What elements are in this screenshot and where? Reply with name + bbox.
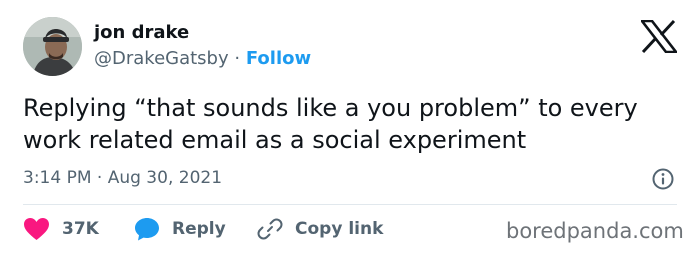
avatar[interactable]: [23, 17, 82, 76]
info-icon[interactable]: [652, 168, 674, 190]
heart-icon: [24, 218, 49, 240]
like-count: 37K: [62, 219, 99, 239]
link-icon: [257, 218, 283, 240]
tweet-text: Replying “that sounds like a you problem…: [23, 94, 638, 154]
reply-label: Reply: [172, 219, 226, 239]
handle-row: @DrakeGatsby · Follow: [94, 48, 311, 70]
tweet-timestamp[interactable]: 3:14 PM · Aug 30, 2021: [23, 167, 222, 189]
copy-link-label: Copy link: [295, 219, 384, 239]
reply-button[interactable]: Reply: [134, 217, 226, 241]
x-logo-icon[interactable]: [641, 20, 677, 53]
like-button[interactable]: 37K: [23, 217, 99, 241]
author-handle[interactable]: @DrakeGatsby: [94, 48, 229, 69]
speech-bubble-icon: [135, 218, 159, 241]
divider: [23, 204, 677, 205]
handle-separator: ·: [234, 48, 241, 69]
copy-link-button[interactable]: Copy link: [257, 217, 383, 241]
follow-button[interactable]: Follow: [246, 48, 311, 69]
avatar-photo: [23, 17, 82, 76]
watermark: boredpanda.com: [506, 219, 684, 243]
author-name[interactable]: jon drake: [94, 22, 189, 44]
